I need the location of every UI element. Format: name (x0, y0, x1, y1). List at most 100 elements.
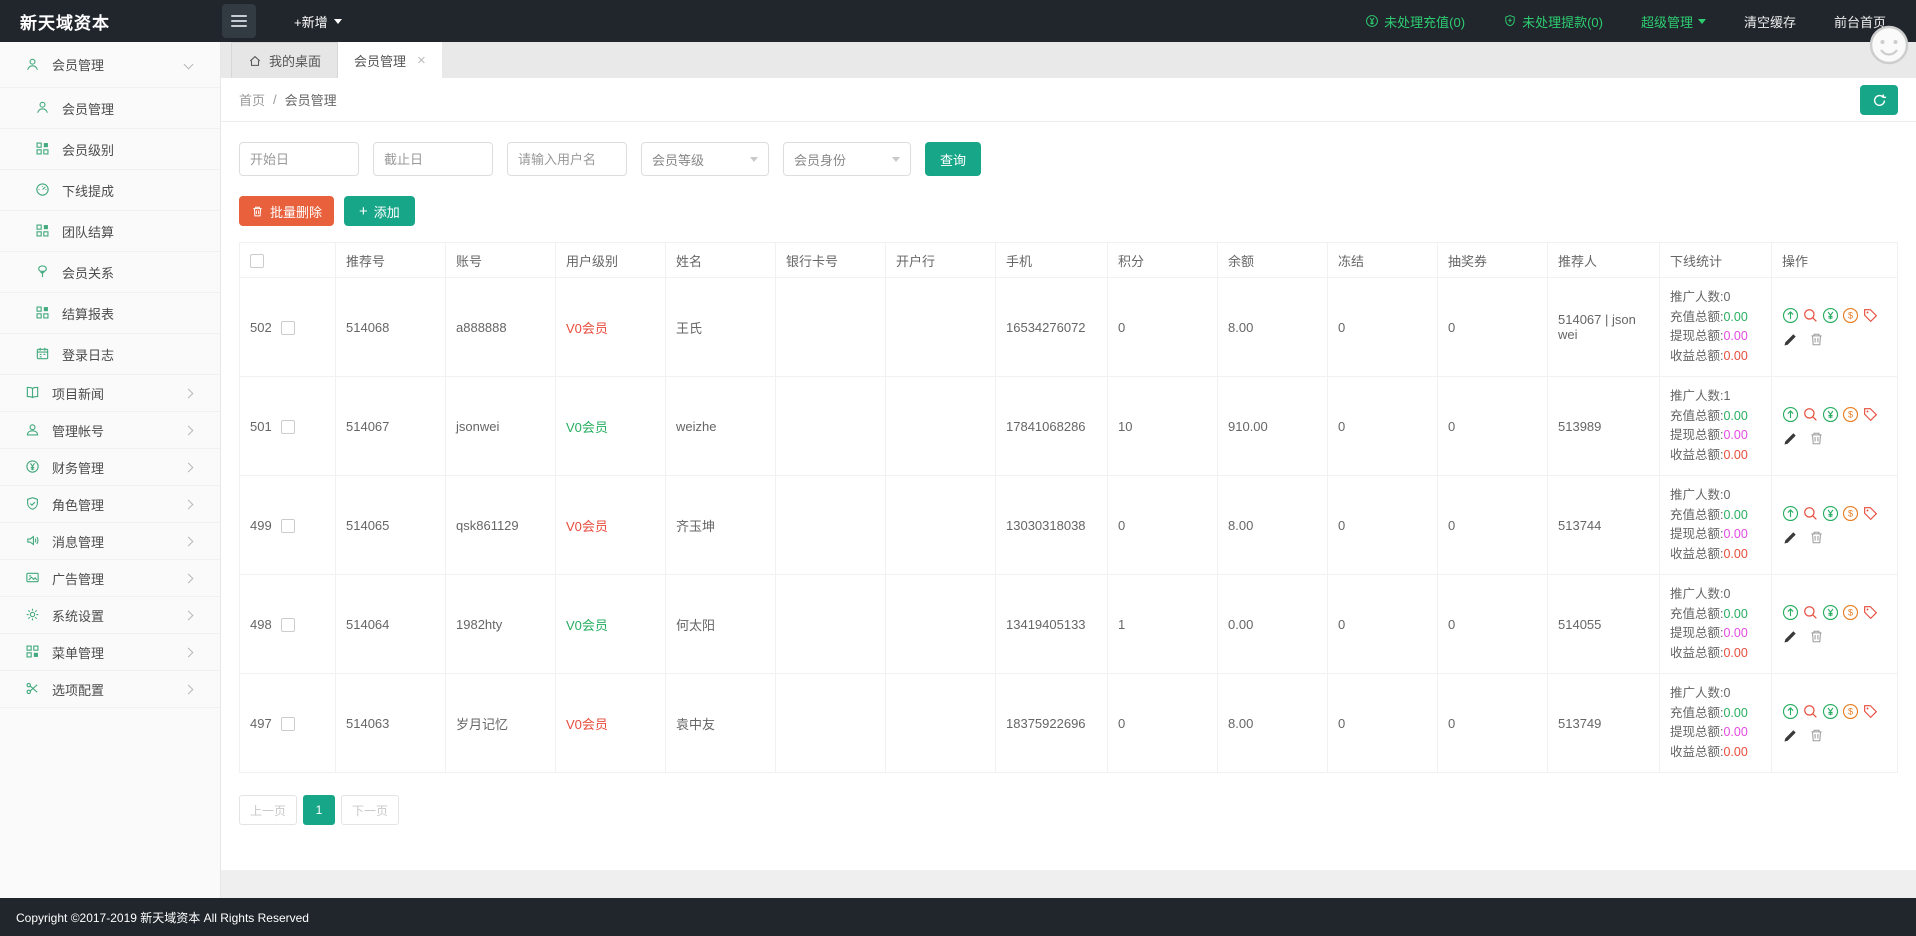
current-page-button[interactable]: 1 (303, 795, 336, 825)
search-button[interactable]: 查询 (925, 142, 982, 176)
edit-icon[interactable] (1782, 331, 1799, 348)
upgrade-icon[interactable] (1782, 604, 1799, 621)
tag-icon[interactable] (1862, 703, 1879, 720)
row-checkbox[interactable] (280, 617, 295, 632)
username-input[interactable] (507, 142, 627, 176)
tab-my-desktop[interactable]: 我的桌面 (231, 42, 339, 78)
new-dropdown[interactable]: +新增 (294, 12, 342, 31)
sidebar-item-5-tree[interactable]: 会员关系 (0, 252, 220, 293)
tree-icon (35, 264, 51, 280)
edit-icon[interactable] (1782, 529, 1799, 546)
tab-member-management[interactable]: 会员管理 × (338, 42, 442, 78)
breadcrumb-home[interactable]: 首页 (239, 90, 265, 109)
sidebar-item-15-menu-grid[interactable]: 菜单管理 (0, 634, 220, 671)
cell-referrer: 514067 | json wei (1547, 277, 1660, 377)
col-header-12: 下线统计 (1659, 242, 1772, 278)
row-checkbox[interactable] (280, 320, 295, 335)
cell-phone: 16534276072 (995, 277, 1108, 377)
sidebar-item-7-calendar[interactable]: 登录日志 (0, 334, 220, 375)
sidebar-item-4-grid[interactable]: 团队结算 (0, 211, 220, 252)
delete-icon[interactable] (1808, 331, 1825, 348)
select-all-checkbox[interactable] (250, 253, 264, 268)
member-identity-select[interactable]: 会员身份 (783, 142, 911, 176)
close-tab-icon[interactable]: × (417, 53, 426, 68)
cell-tickets: 0 (1437, 475, 1548, 575)
recharge-icon[interactable] (1822, 604, 1839, 621)
sidebar-item-1-user[interactable]: 会员管理 (0, 88, 220, 129)
view-detail-icon[interactable] (1802, 703, 1819, 720)
view-detail-icon[interactable] (1802, 307, 1819, 324)
view-detail-icon[interactable] (1802, 406, 1819, 423)
cell-ref: 514065 (335, 475, 446, 575)
sidebar-item-12-speaker[interactable]: 消息管理 (0, 523, 220, 560)
upgrade-icon[interactable] (1782, 703, 1799, 720)
deduct-icon[interactable]: $ (1842, 505, 1859, 522)
edit-icon[interactable] (1782, 628, 1799, 645)
end-date-input[interactable] (373, 142, 493, 176)
avatar-smiley-icon[interactable] (1868, 24, 1910, 66)
svg-text:$: $ (1848, 607, 1853, 617)
recharge-icon[interactable] (1822, 505, 1839, 522)
cell-referrer: 513749 (1547, 673, 1660, 773)
view-detail-icon[interactable] (1802, 505, 1819, 522)
footer: Copyright ©2017-2019 新天域资本 All Rights Re… (0, 898, 1916, 936)
start-date-input[interactable] (239, 142, 359, 176)
admin-dropdown[interactable]: 超级管理 (1641, 12, 1706, 31)
upgrade-icon[interactable] (1782, 307, 1799, 324)
cell-name: 何太阳 (665, 574, 776, 674)
delete-icon[interactable] (1808, 727, 1825, 744)
member-level-select[interactable]: 会员等级 (641, 142, 769, 176)
tag-icon[interactable] (1862, 406, 1879, 423)
refresh-button[interactable] (1860, 85, 1898, 115)
edit-icon[interactable] (1782, 727, 1799, 744)
cell-level: V0会员 (555, 376, 666, 476)
tag-icon[interactable] (1862, 307, 1879, 324)
recharge-icon[interactable] (1822, 703, 1839, 720)
tag-icon[interactable] (1862, 604, 1879, 621)
yen-circle-icon (1366, 15, 1379, 27)
sidebar-item-6-grid[interactable]: 结算报表 (0, 293, 220, 334)
cell-name: weizhe (665, 376, 776, 476)
batch-delete-button[interactable]: 批量删除 (239, 196, 335, 226)
upgrade-icon[interactable] (1782, 505, 1799, 522)
deduct-icon[interactable]: $ (1842, 406, 1859, 423)
clear-cache-button[interactable]: 清空缓存 (1744, 12, 1796, 31)
row-checkbox[interactable] (280, 716, 295, 731)
sidebar-item-2-grid[interactable]: 会员级别 (0, 129, 220, 170)
view-detail-icon[interactable] (1802, 604, 1819, 621)
sidebar-item-8-book[interactable]: 项目新闻 (0, 375, 220, 412)
sidebar-item-10-yen[interactable]: 财务管理 (0, 449, 220, 486)
cell-bank-card (775, 277, 886, 377)
next-page-button[interactable]: 下一页 (341, 795, 400, 825)
sidebar-item-13-image[interactable]: 广告管理 (0, 560, 220, 597)
add-button[interactable]: + 添加 (344, 196, 415, 226)
sidebar-item-16-scissors[interactable]: 选项配置 (0, 671, 220, 708)
pending-recharge-link[interactable]: 未处理充值(0) (1365, 12, 1465, 31)
deduct-icon[interactable]: $ (1842, 604, 1859, 621)
recharge-icon[interactable] (1822, 406, 1839, 423)
upgrade-icon[interactable] (1782, 406, 1799, 423)
delete-icon[interactable] (1808, 628, 1825, 645)
pending-withdraw-link[interactable]: 未处理提款(0) (1503, 12, 1603, 31)
delete-icon[interactable] (1808, 529, 1825, 546)
recharge-icon[interactable] (1822, 307, 1839, 324)
row-checkbox[interactable] (280, 419, 295, 434)
sidebar-item-0-user[interactable]: 会员管理 (0, 42, 220, 88)
col-header-8: 余额 (1217, 242, 1328, 278)
cell-tickets: 0 (1437, 673, 1548, 773)
edit-icon[interactable] (1782, 430, 1799, 447)
svg-text:$: $ (1848, 706, 1853, 716)
prev-page-button[interactable]: 上一页 (239, 795, 298, 825)
sidebar-item-9-user2[interactable]: 管理帐号 (0, 412, 220, 449)
delete-icon[interactable] (1808, 430, 1825, 447)
row-checkbox[interactable] (280, 518, 295, 533)
sidebar-item-3-gauge[interactable]: 下线提成 (0, 170, 220, 211)
sidebar-toggle-button[interactable] (222, 4, 256, 38)
breadcrumb: 首页 / 会员管理 (221, 78, 1916, 122)
deduct-icon[interactable]: $ (1842, 703, 1859, 720)
sidebar-item-11-shield[interactable]: 角色管理 (0, 486, 220, 523)
tag-icon[interactable] (1862, 505, 1879, 522)
deduct-icon[interactable]: $ (1842, 307, 1859, 324)
sidebar-item-14-gear[interactable]: 系统设置 (0, 597, 220, 634)
cell-operations: $ (1771, 277, 1898, 377)
